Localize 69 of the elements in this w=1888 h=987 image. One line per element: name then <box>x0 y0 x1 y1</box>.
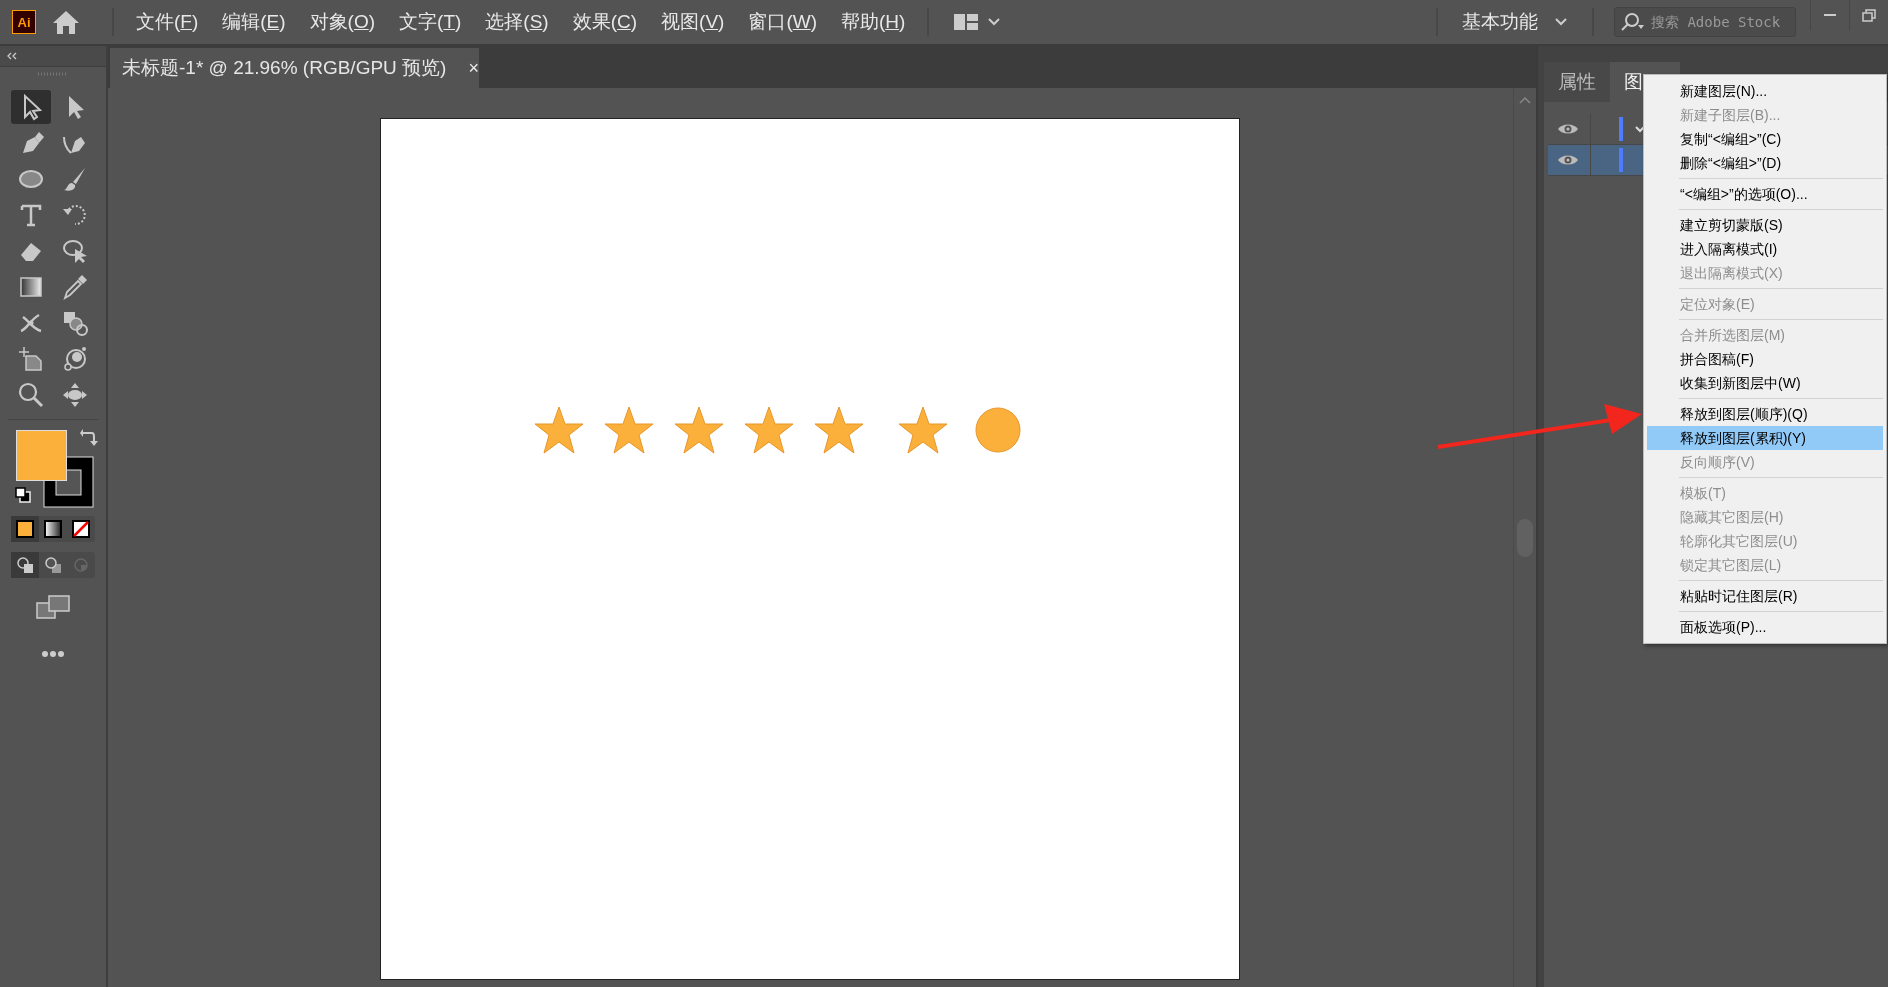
menu-item[interactable]: 效果(C) <box>560 9 650 35</box>
minimize-icon <box>1824 14 1836 16</box>
menu-option[interactable]: 释放到图层(累积)(Y) <box>1647 426 1883 450</box>
collapse-icon[interactable] <box>6 52 18 60</box>
lasso-icon <box>61 237 89 265</box>
menu-item[interactable]: 对象(O) <box>297 9 388 35</box>
swap-arrow-icon[interactable] <box>80 428 98 446</box>
shape-builder-icon <box>61 309 89 337</box>
tool-button[interactable] <box>11 90 51 124</box>
draw-normal-button[interactable] <box>11 552 39 578</box>
symbol-sprayer-icon <box>61 345 89 373</box>
menu-option[interactable]: 建立剪切蒙版(S) <box>1647 213 1883 237</box>
chevron-down-icon[interactable] <box>987 17 1002 27</box>
draw-behind-icon <box>43 555 63 575</box>
chevron-down-icon[interactable] <box>1635 125 1645 133</box>
menu-item[interactable]: 文件(F) <box>124 9 211 35</box>
menu-item[interactable]: 帮助(H) <box>829 9 918 35</box>
fill-stroke-drawing[interactable] <box>16 430 94 508</box>
no-fill-icon <box>71 519 91 539</box>
close-button[interactable]: × <box>468 57 479 79</box>
home-icon[interactable] <box>52 9 80 35</box>
menu-option[interactable]: 进入隔离模式(I) <box>1647 237 1883 261</box>
draw-inside-icon <box>71 555 91 575</box>
workspace-switcher[interactable]: 基本功能 <box>1448 9 1546 35</box>
chevron-down-icon[interactable] <box>1554 17 1568 27</box>
star-shape <box>533 405 585 455</box>
menu-item[interactable]: 窗口(W) <box>736 9 829 35</box>
menu-option[interactable]: 粘贴时记住图层(R) <box>1647 584 1883 608</box>
menu-option[interactable]: 新建图层(N)... <box>1647 79 1883 103</box>
menu-option[interactable]: 复制“<编组>”(C) <box>1647 127 1883 151</box>
star-shape <box>897 405 949 455</box>
menu-item[interactable]: 编辑(E) <box>210 9 298 35</box>
menu-option[interactable]: 释放到图层(顺序)(Q) <box>1647 402 1883 426</box>
app-logo: Ai <box>12 10 36 34</box>
eyedropper-icon <box>61 273 89 301</box>
search-field[interactable]: 搜索 Adobe Stock <box>1614 7 1796 37</box>
menu-option[interactable]: “<编组>”的选项(O)... <box>1647 182 1883 206</box>
panel-tab[interactable]: 属性 <box>1544 62 1610 102</box>
menu-option[interactable]: 收集到新图层中(W) <box>1647 371 1883 395</box>
gradient-fill-icon <box>43 519 63 539</box>
menu-item[interactable]: 文字(T) <box>387 9 474 35</box>
menu-item[interactable]: 选择(S) <box>473 9 561 35</box>
default-colors-icon[interactable] <box>14 486 32 504</box>
more-icon[interactable] <box>41 650 65 658</box>
zoom-icon <box>17 381 45 409</box>
restore-icon <box>1861 8 1877 22</box>
color-fill-icon <box>15 519 35 539</box>
menu-item[interactable]: 视图(V) <box>649 9 737 35</box>
star-shape <box>743 405 795 455</box>
pan-icon <box>61 381 89 409</box>
grip-icon <box>38 72 68 76</box>
screen-mode-icon[interactable] <box>36 594 70 620</box>
scrollbar[interactable] <box>1513 88 1536 987</box>
draw-normal-icon <box>15 555 35 575</box>
menu-option[interactable]: 面板选项(P)... <box>1647 615 1883 639</box>
search-icon <box>1620 12 1646 32</box>
layer-color-bar <box>1619 117 1623 141</box>
layer-color-bar <box>1619 148 1623 172</box>
color-button[interactable] <box>11 516 39 542</box>
star-shape <box>813 405 865 455</box>
menu-option[interactable]: 拼合图稿(F) <box>1647 347 1883 371</box>
layout-icon[interactable] <box>953 12 980 32</box>
circle-shape <box>975 407 1021 453</box>
menu-option[interactable]: 删除“<编组>”(D) <box>1647 151 1883 175</box>
star-shape <box>673 405 725 455</box>
star-shape <box>603 405 655 455</box>
document-title: 未标题-1* @ 21.96% (RGB/GPU 预览) <box>122 56 447 80</box>
document-tab[interactable]: 未标题-1* @ 21.96% (RGB/GPU 预览) × <box>110 48 479 88</box>
artboard-icon <box>17 345 45 373</box>
